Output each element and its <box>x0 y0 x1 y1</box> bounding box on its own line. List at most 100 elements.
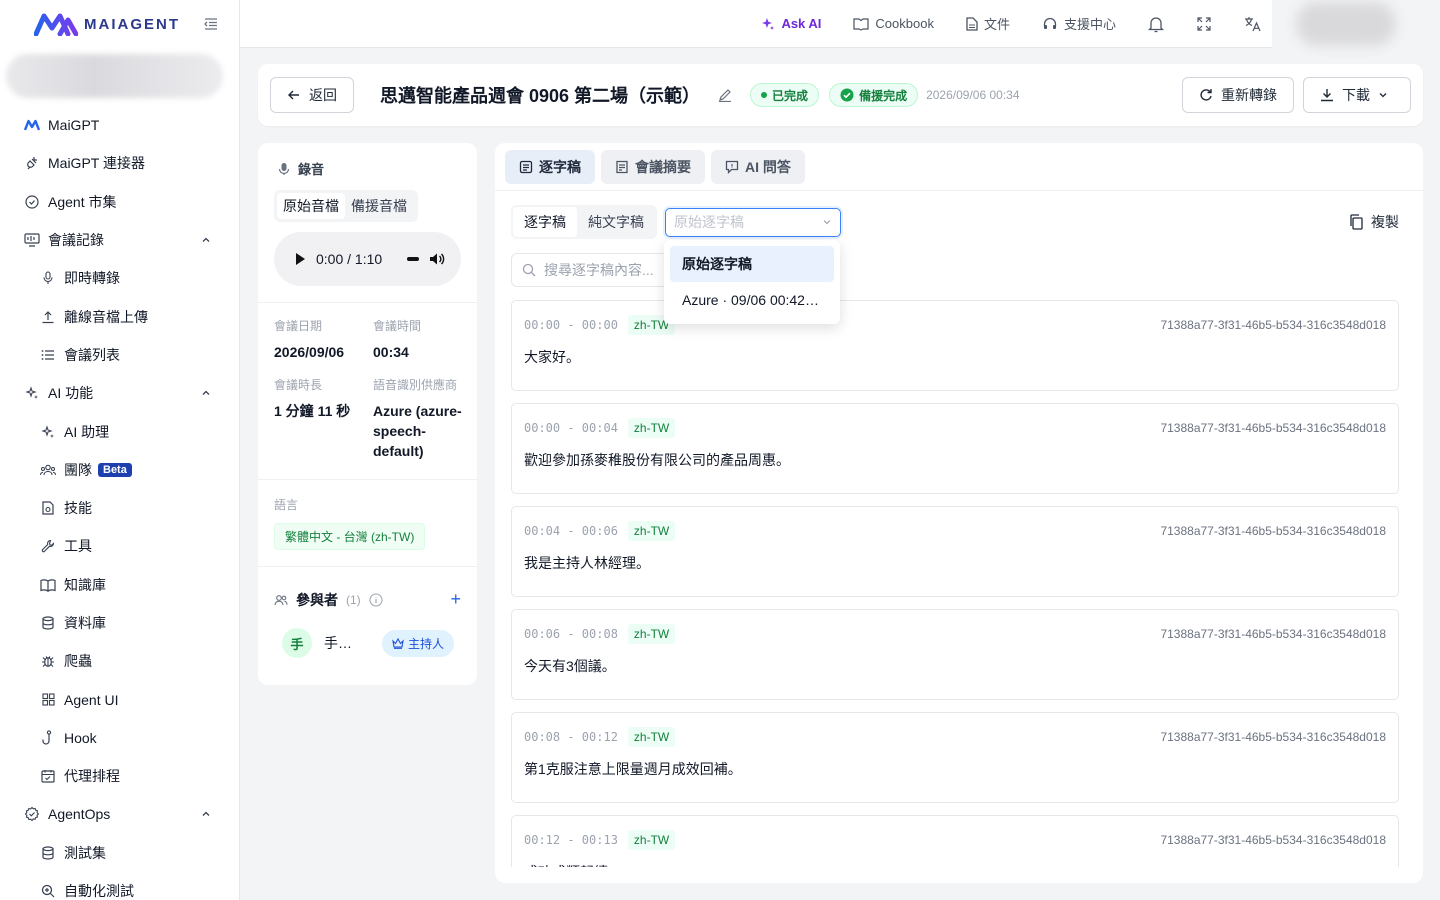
play-icon[interactable] <box>294 252 306 266</box>
transcript-segment[interactable]: 00:00 - 00:00 zh-TW 71388a77-3f31-46b5-b53… <box>511 300 1399 391</box>
meeting-icon <box>24 232 40 248</box>
sidebar-item[interactable]: AI 功能 <box>0 374 239 412</box>
sidebar-item[interactable]: 代理排程 <box>0 757 239 795</box>
sidebar-item[interactable]: 測試集 <box>0 834 239 872</box>
sidebar-item[interactable]: 即時轉錄 <box>0 259 239 297</box>
cookbook-link[interactable]: Cookbook <box>853 16 934 31</box>
retranscribe-button[interactable]: 重新轉錄 <box>1182 77 1294 113</box>
sidebar-item-label-wrap: 測試集 <box>64 843 211 863</box>
participant-name[interactable]: 手… <box>324 633 360 653</box>
document-icon <box>966 16 978 31</box>
transcript-segment[interactable]: 00:04 - 00:06 zh-TW 71388a77-3f31-46b5-b53… <box>511 506 1399 597</box>
sidebar-item-label-wrap: 資料庫 <box>64 613 211 633</box>
chevron-up-icon[interactable] <box>201 809 211 819</box>
transcript-panel: 逐字稿 會議摘要 AI 問答 逐字稿 純文字稿 原始逐字稿 複製 搜尋逐字稿內容… <box>495 143 1423 883</box>
ask-ai-label: Ask AI <box>781 16 822 31</box>
collapse-sidebar-icon[interactable] <box>203 16 219 32</box>
volume-icon[interactable] <box>429 251 445 267</box>
mic-icon <box>40 270 56 286</box>
copy-button[interactable]: 複製 <box>1349 212 1399 232</box>
progress-slider[interactable] <box>407 256 419 262</box>
sidebar-item-label: 知識庫 <box>64 576 106 593</box>
sidebar-item[interactable]: 會議列表 <box>0 336 239 374</box>
sidebar-item[interactable]: Agent 市集 <box>0 183 239 221</box>
translate-icon[interactable] <box>1244 16 1262 32</box>
transcript-segment[interactable]: 00:12 - 00:13 zh-TW 71388a77-3f31-46b5-b53… <box>511 815 1399 867</box>
back-button[interactable]: 返回 <box>270 77 354 113</box>
segment-speaker-id: 71388a77-3f31-46b5-b534-316c3548d018 <box>1160 730 1386 744</box>
segment-language: zh-TW <box>627 521 676 541</box>
add-participant-button[interactable]: + <box>450 589 461 610</box>
ask-ai-button[interactable]: Ask AI <box>761 16 821 31</box>
dropdown-option-original[interactable]: 原始逐字稿 <box>670 246 834 282</box>
sidebar-item[interactable]: 爬蟲 <box>0 642 239 680</box>
tab-original-audio[interactable]: 原始音檔 <box>277 193 345 219</box>
chevron-up-icon[interactable] <box>201 388 211 398</box>
chevron-up-icon[interactable] <box>201 235 211 245</box>
transcript-toolbar: 逐字稿 純文字稿 原始逐字稿 複製 <box>511 205 1407 239</box>
host-badge: 主持人 <box>382 629 455 657</box>
support-link[interactable]: 支援中心 <box>1042 14 1116 33</box>
transcript-source-dropdown: 原始逐字稿 Azure · 09/06 00:42… <box>664 240 840 324</box>
user-menu[interactable] <box>1272 0 1440 48</box>
sidebar-item[interactable]: AI 助理 <box>0 412 239 450</box>
info-icon[interactable] <box>369 593 383 607</box>
sidebar-item-label-wrap: 即時轉錄 <box>64 268 211 288</box>
brand-logo[interactable]: MAIAGENT <box>34 12 180 36</box>
sidebar-item-label-wrap: AI 功能 <box>48 383 193 403</box>
sidebar-item-label: AI 助理 <box>64 423 110 440</box>
meta-time: 會議時間 00:34 <box>373 317 473 362</box>
sidebar-item[interactable]: Hook <box>0 719 239 757</box>
sidebar-item-label: Hook <box>64 729 97 746</box>
segment-text: 成功成類起續。 <box>524 862 1386 867</box>
segment-speaker-id: 71388a77-3f31-46b5-b534-316c3548d018 <box>1160 627 1386 641</box>
tab-label: 會議摘要 <box>635 159 691 175</box>
sidebar-item[interactable]: 會議記錄 <box>0 221 239 259</box>
transcript-source-select[interactable]: 原始逐字稿 <box>665 207 841 237</box>
participants-label: 參與者 <box>296 591 338 608</box>
bell-icon[interactable] <box>1148 15 1164 33</box>
segment-meta: 00:06 - 00:08 zh-TW 71388a77-3f31-46b5-b53… <box>524 624 1386 644</box>
sidebar-item[interactable]: MaiGPT <box>0 106 239 144</box>
sidebar-item[interactable]: MaiGPT 連接器 <box>0 144 239 182</box>
docs-link[interactable]: 文件 <box>966 14 1010 33</box>
tab-plain-text[interactable]: 純文字稿 <box>577 207 655 237</box>
edit-icon[interactable] <box>718 88 732 102</box>
sidebar-item[interactable]: 知識庫 <box>0 566 239 604</box>
hook-icon <box>40 730 56 746</box>
meta-label: 會議日期 <box>274 319 323 333</box>
transcript-segment[interactable]: 00:08 - 00:12 zh-TW 71388a77-3f31-46b5-b53… <box>511 712 1399 803</box>
sidebar-item-label: 會議記錄 <box>48 232 104 249</box>
transcript-segment[interactable]: 00:06 - 00:08 zh-TW 71388a77-3f31-46b5-b53… <box>511 609 1399 700</box>
sidebar-item-label: AI 功能 <box>48 385 94 402</box>
dropdown-option-azure[interactable]: Azure · 09/06 00:42… <box>670 282 834 318</box>
download-label: 下載 <box>1342 87 1370 103</box>
tab-segmented-transcript[interactable]: 逐字稿 <box>513 207 577 237</box>
sidebar-item[interactable]: 工具 <box>0 527 239 565</box>
sidebar-item[interactable]: Agent UI <box>0 680 239 718</box>
sidebar-item-label: MaiGPT <box>48 117 100 134</box>
fullscreen-icon[interactable] <box>1196 16 1212 32</box>
tab-summary[interactable]: 會議摘要 <box>601 150 705 184</box>
tab-transcript[interactable]: 逐字稿 <box>505 150 595 184</box>
refresh-icon <box>1200 89 1212 101</box>
tab-ai-qa[interactable]: AI 問答 <box>711 150 805 184</box>
tab-backup-audio[interactable]: 備援音檔 <box>345 193 413 219</box>
sidebar-item[interactable]: 技能 <box>0 489 239 527</box>
language-label: 語言 <box>274 498 299 512</box>
sidebar-item[interactable]: 自動化測試 <box>0 872 239 900</box>
download-button[interactable]: 下載 <box>1303 77 1411 113</box>
sidebar-item[interactable]: AgentOps <box>0 795 239 833</box>
chat-question-icon <box>725 160 739 174</box>
tab-label: 逐字稿 <box>539 159 581 175</box>
segment-language: zh-TW <box>627 727 676 747</box>
organization-switcher[interactable] <box>6 54 223 98</box>
transcript-segment[interactable]: 00:00 - 00:04 zh-TW 71388a77-3f31-46b5-b53… <box>511 403 1399 494</box>
sidebar-item-label-wrap: 爬蟲 <box>64 651 211 671</box>
sidebar-item[interactable]: 團隊 Beta <box>0 451 239 489</box>
transcript-search[interactable]: 搜尋逐字稿內容... <box>511 253 671 287</box>
sidebar-item[interactable]: 資料庫 <box>0 604 239 642</box>
book-open-icon <box>853 17 870 31</box>
meta-value: 1 分鐘 11 秒 <box>274 403 351 419</box>
sidebar-item[interactable]: 離線音檔上傳 <box>0 297 239 335</box>
